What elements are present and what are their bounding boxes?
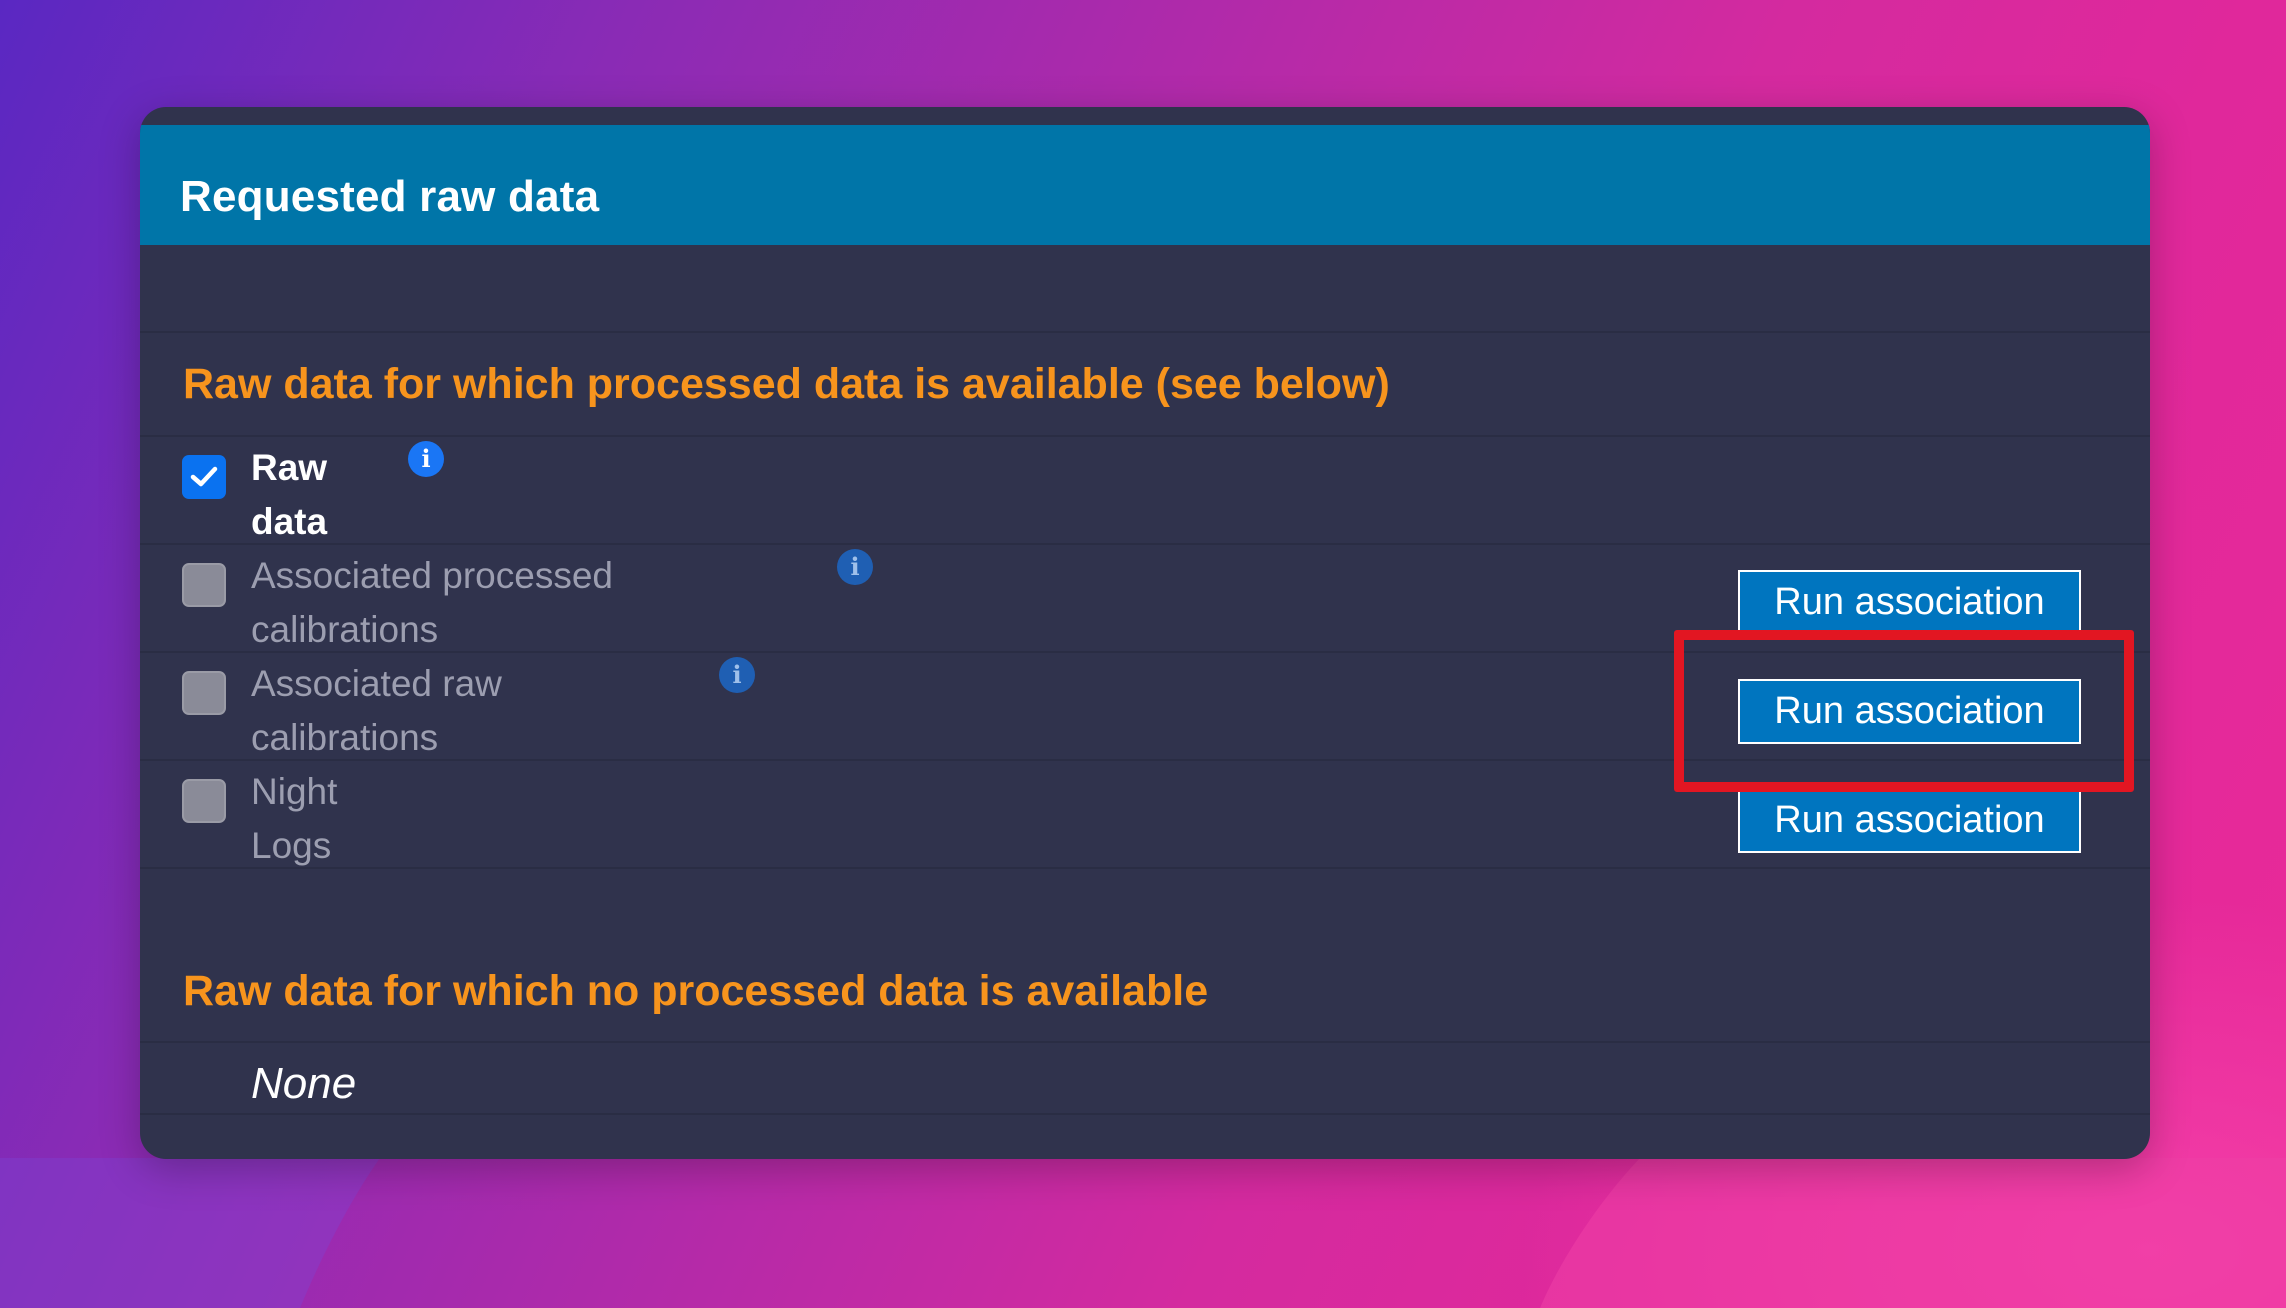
unavailable-section-heading: Raw data for which no processed data is … (183, 967, 1209, 1015)
raw-data-label: Raw data (251, 441, 327, 549)
night-logs-checkbox[interactable] (182, 779, 226, 823)
label-line: Associated processed (251, 555, 613, 596)
checkmark-icon (190, 466, 218, 487)
divider (140, 867, 2150, 869)
panel-header: Requested raw data (140, 125, 2150, 245)
run-association-button-processed-calibrations[interactable]: Run association (1738, 570, 2081, 635)
info-icon[interactable]: i (719, 657, 755, 693)
associated-raw-calibrations-checkbox[interactable] (182, 671, 226, 715)
label-line: Raw (251, 447, 328, 488)
divider (140, 1113, 2150, 1115)
empty-state-text: None (251, 1059, 357, 1108)
divider (140, 1041, 2150, 1043)
divider (140, 331, 2150, 333)
associated-processed-calibrations-label: Associated processed calibrations (251, 549, 613, 657)
night-logs-label: Night Logs (251, 765, 337, 873)
info-icon[interactable]: i (837, 549, 873, 585)
label-line: data (251, 501, 328, 542)
run-association-button-night-logs[interactable]: Run association (1738, 788, 2081, 853)
run-association-button-raw-calibrations[interactable]: Run association (1738, 679, 2081, 744)
available-section-heading: Raw data for which processed data is ava… (183, 360, 1390, 408)
associated-processed-calibrations-checkbox[interactable] (182, 563, 226, 607)
label-line: calibrations (251, 717, 439, 758)
label-line: calibrations (251, 609, 439, 650)
info-icon[interactable]: i (408, 441, 444, 477)
raw-data-checkbox[interactable] (182, 455, 226, 499)
associated-raw-calibrations-label: Associated raw calibrations (251, 657, 502, 765)
label-line: Night (251, 771, 338, 812)
row-raw-data: Raw data i (140, 437, 2150, 543)
label-line: Associated raw (251, 663, 502, 704)
label-line: Logs (251, 825, 332, 866)
panel-title: Requested raw data (180, 172, 600, 221)
